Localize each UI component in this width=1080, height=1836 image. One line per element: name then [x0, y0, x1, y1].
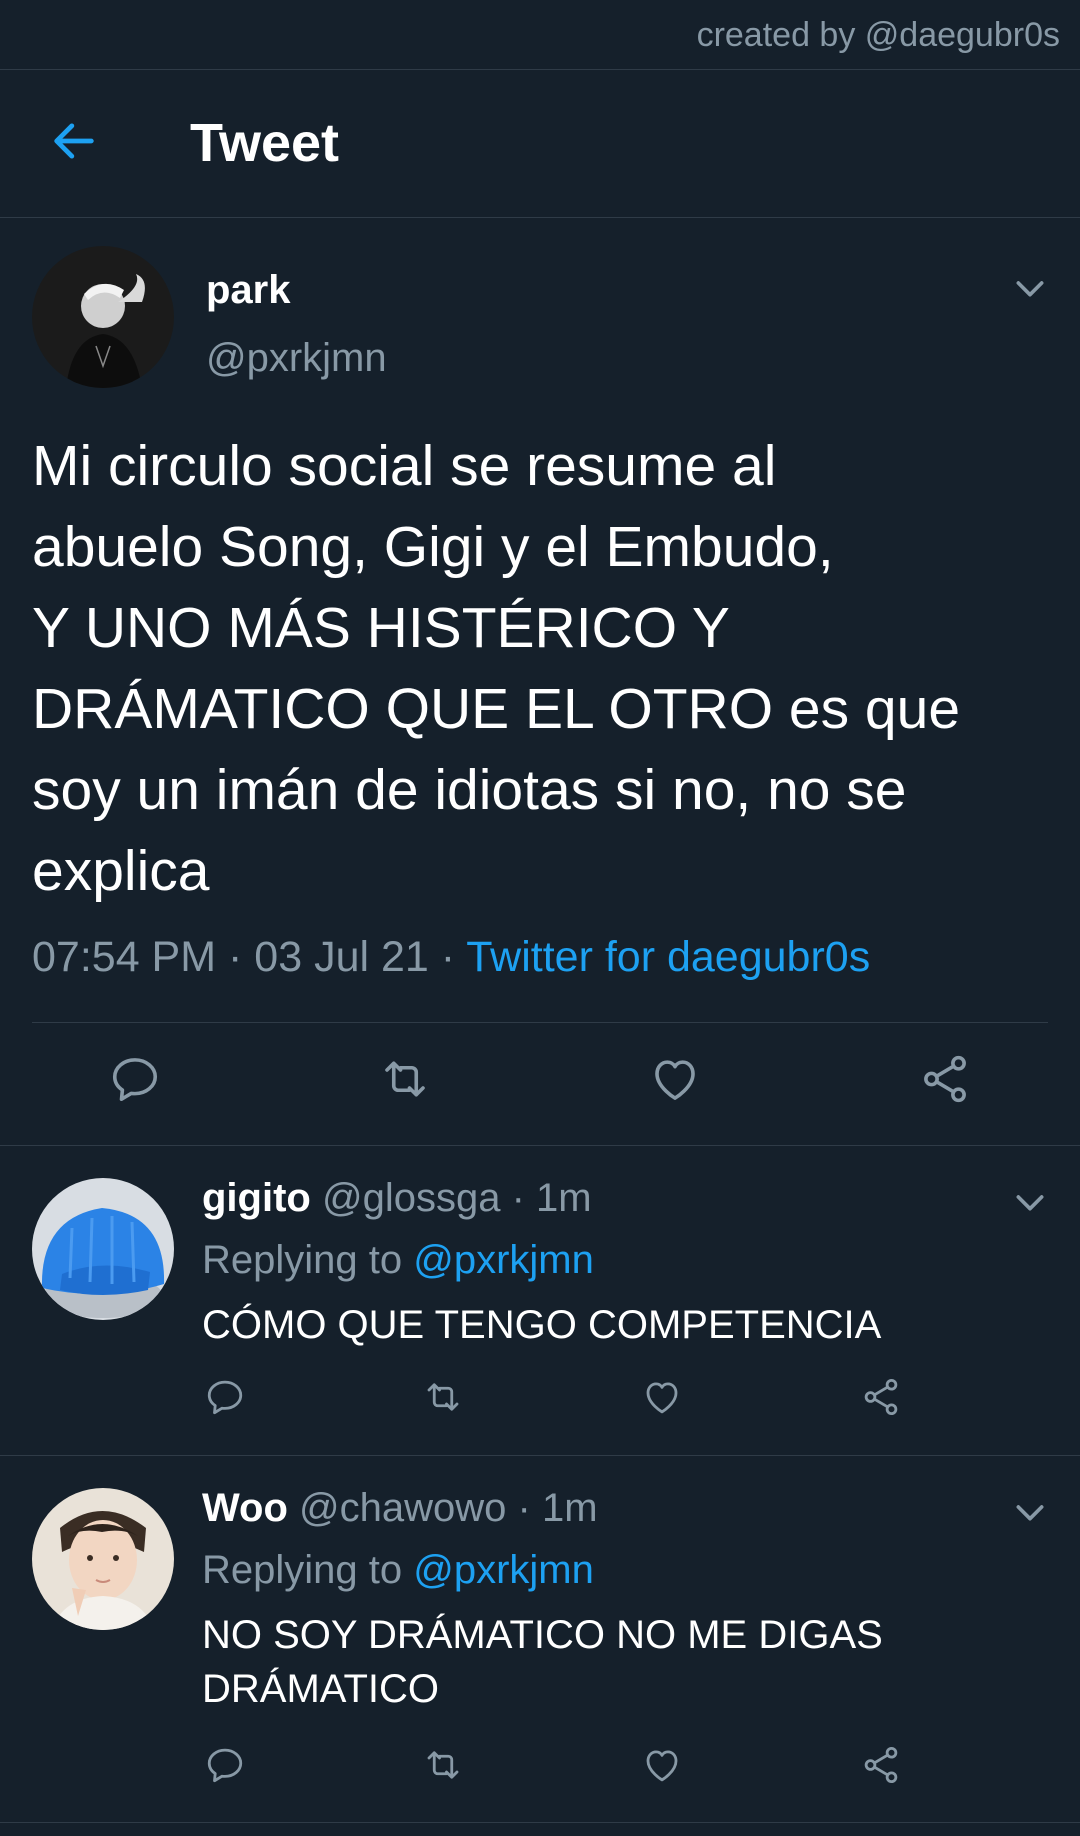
replying-to-label: Replying to — [202, 1238, 403, 1282]
reply-tweet[interactable]: gigito @glossga · 1m Replying to @pxrkjm… — [0, 1146, 1080, 1456]
chevron-down-icon[interactable] — [1010, 268, 1050, 308]
avatar[interactable] — [32, 1178, 174, 1320]
chevron-down-icon[interactable] — [1010, 1492, 1050, 1532]
reply-text: CÓMO QUE TENGO COMPETENCIA — [202, 1303, 882, 1347]
reply-actions — [0, 1376, 1080, 1436]
reply-icon[interactable] — [204, 1376, 246, 1418]
tweet-meta: 07:54 PM · 03 Jul 21 · Twitter for daegu… — [32, 933, 870, 982]
meta-separator: · — [511, 1176, 525, 1220]
tweet-time: 07:54 PM — [32, 933, 217, 981]
reply-icon[interactable] — [204, 1744, 246, 1786]
meta-separator: · — [228, 933, 243, 981]
credit-text: created by @daegubr0s — [696, 16, 1060, 54]
reply-tweet[interactable]: Woo @chawowo · 1m Replying to @pxrkjmn N… — [0, 1456, 1080, 1823]
share-icon[interactable] — [860, 1376, 902, 1418]
reply-author-handle[interactable]: @chawowo — [299, 1486, 506, 1530]
reply-author-handle[interactable]: @glossga — [322, 1176, 500, 1220]
replying-to-label: Replying to — [202, 1548, 403, 1592]
divider — [32, 1022, 1048, 1023]
like-icon[interactable] — [641, 1376, 683, 1418]
page-header: Tweet — [0, 70, 1080, 218]
author-name[interactable]: park — [206, 268, 291, 313]
reply-actions — [0, 1744, 1080, 1804]
tweet-text: Mi circulo social se resume al abuelo So… — [32, 434, 961, 903]
avatar[interactable] — [32, 246, 174, 388]
retweet-icon[interactable] — [420, 1744, 466, 1786]
arrow-left-icon[interactable] — [48, 115, 100, 167]
reply-text: NO SOY DRÁMATICO NO ME DIGAS DRÁMATICO — [202, 1613, 883, 1711]
main-tweet: park @pxrkjmn Mi circulo social se resum… — [0, 218, 1080, 1146]
reply-header: Woo @chawowo · 1m — [202, 1486, 598, 1531]
reply-time: 1m — [536, 1176, 592, 1220]
replying-to-mention[interactable]: @pxrkjmn — [413, 1238, 594, 1282]
like-icon[interactable] — [648, 1052, 702, 1106]
replying-to-mention[interactable]: @pxrkjmn — [413, 1548, 594, 1592]
page-title: Tweet — [190, 113, 340, 173]
reply-icon[interactable] — [108, 1052, 162, 1106]
reply-time: 1m — [541, 1486, 598, 1530]
share-icon[interactable] — [860, 1744, 902, 1786]
tweet-client-link[interactable]: Twitter for daegubr0s — [466, 933, 870, 981]
replying-to: Replying to @pxrkjmn — [202, 1238, 594, 1283]
tweet-actions — [0, 1048, 1080, 1118]
chevron-down-icon[interactable] — [1010, 1182, 1050, 1222]
meta-separator: · — [440, 933, 456, 981]
tweet-date: 03 Jul 21 — [254, 933, 429, 981]
like-icon[interactable] — [641, 1744, 683, 1786]
meta-separator: · — [517, 1486, 531, 1530]
credit-bar: created by @daegubr0s — [0, 0, 1080, 70]
author-handle[interactable]: @pxrkjmn — [206, 336, 387, 381]
avatar[interactable] — [32, 1488, 174, 1630]
retweet-icon[interactable] — [420, 1376, 466, 1418]
retweet-icon[interactable] — [376, 1052, 434, 1106]
share-icon[interactable] — [918, 1052, 972, 1106]
reply-header: gigito @glossga · 1m — [202, 1176, 592, 1221]
reply-author-name[interactable]: gigito — [202, 1176, 311, 1220]
reply-author-name[interactable]: Woo — [202, 1486, 288, 1530]
replying-to: Replying to @pxrkjmn — [202, 1548, 594, 1593]
